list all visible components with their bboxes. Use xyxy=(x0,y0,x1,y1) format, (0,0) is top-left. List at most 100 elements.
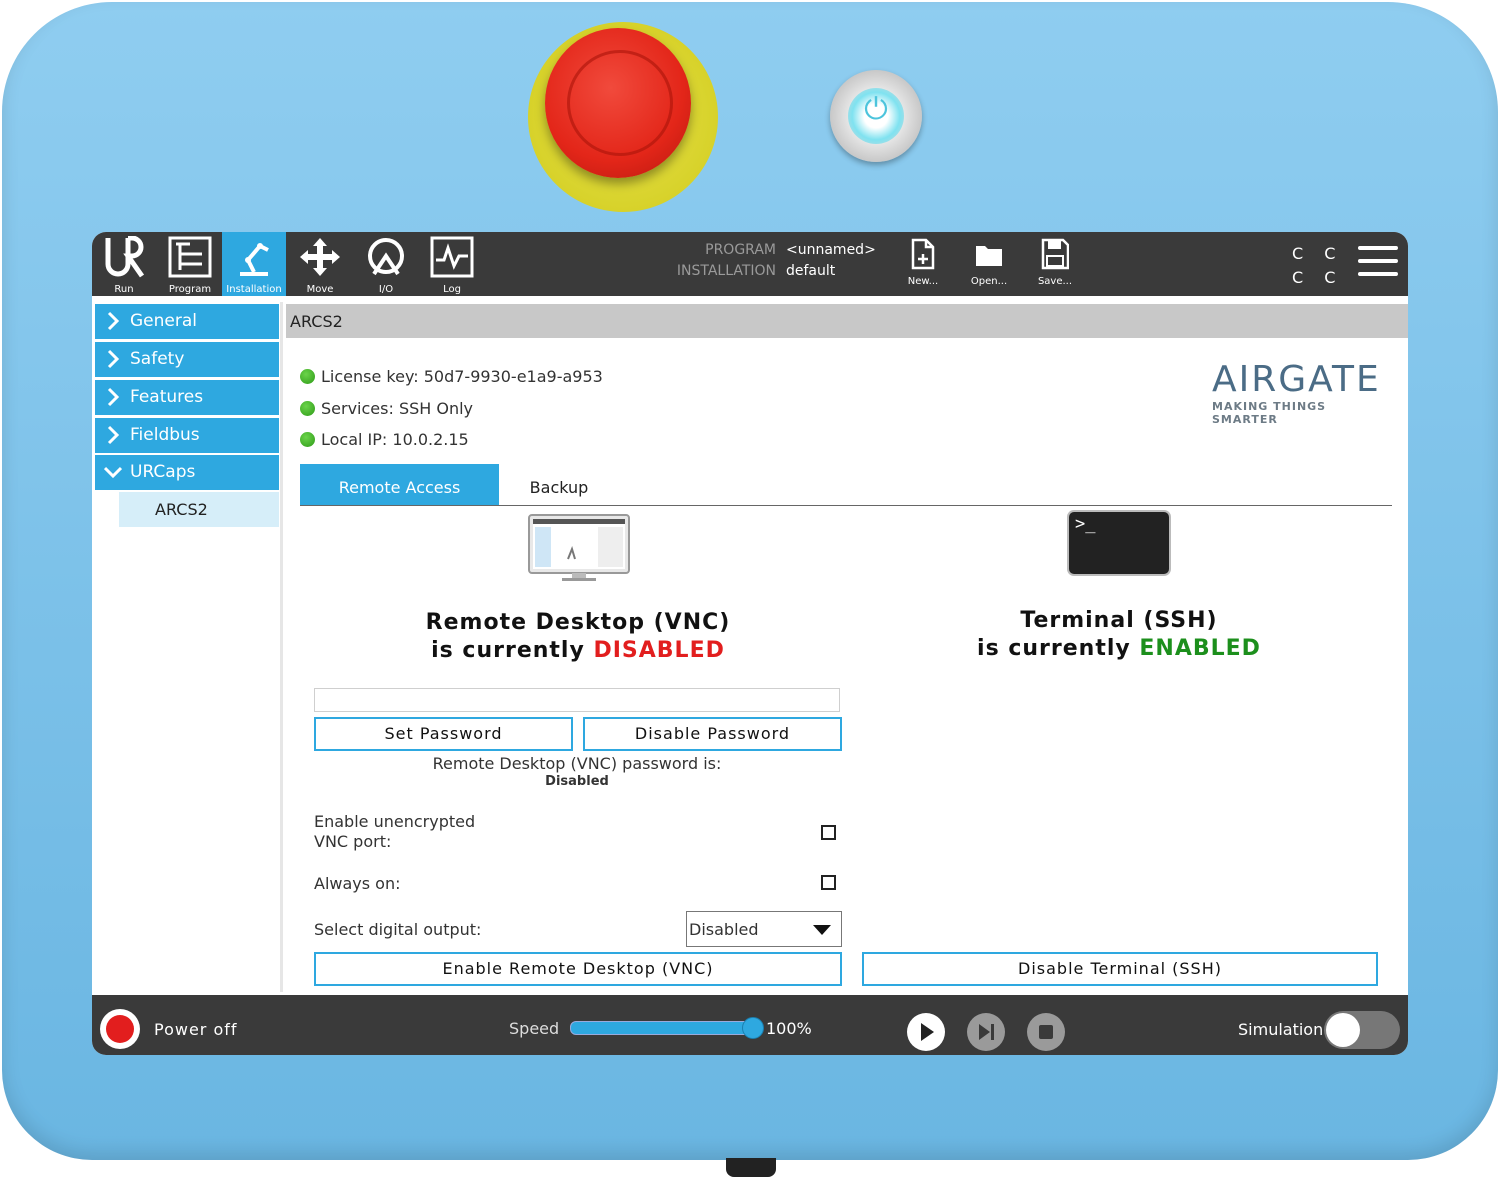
nav-tab-installation[interactable]: Installation xyxy=(222,232,286,296)
speed-slider-track[interactable] xyxy=(570,1021,756,1035)
page-title-bar: ARCS2 xyxy=(286,304,1408,338)
sidebar-item-general[interactable]: General xyxy=(95,304,279,339)
ur-logo-icon xyxy=(105,236,145,278)
sidebar-item-fieldbus[interactable]: Fieldbus xyxy=(95,418,279,453)
disable-terminal-button[interactable]: Disable Terminal (SSH) xyxy=(862,952,1378,986)
vnc-password-input[interactable] xyxy=(314,688,840,712)
tab-backup[interactable]: Backup xyxy=(499,464,619,505)
tab-remote-access[interactable]: Remote Access xyxy=(300,464,499,505)
program-tree-icon xyxy=(168,236,212,278)
bottom-status-bar: Power off Speed 100% Simulation xyxy=(92,995,1408,1055)
digital-output-select[interactable]: Disabled xyxy=(686,911,842,947)
status-ok-icon xyxy=(300,369,315,384)
ssh-status-line: is currently ENABLED xyxy=(919,635,1319,663)
unencrypted-vnc-label-line2: VNC port: xyxy=(314,832,392,851)
cc-indicator-top: C C xyxy=(1292,244,1344,263)
simulation-label: Simulation xyxy=(1238,1020,1324,1039)
tab-label: Backup xyxy=(529,478,589,497)
always-on-label: Always on: xyxy=(314,874,401,893)
always-on-checkbox[interactable] xyxy=(821,875,836,890)
nav-tab-label: I/O xyxy=(378,284,394,295)
stop-button[interactable] xyxy=(1026,1012,1066,1052)
sidebar-item-features[interactable]: Features xyxy=(95,380,279,415)
top-toolbar: Run Program Installation Move I/O Log PR… xyxy=(92,232,1408,296)
ip-status: Local IP: 10.0.2.15 xyxy=(300,430,469,449)
sidebar-subitem-arcs2[interactable]: ARCS2 xyxy=(119,492,279,527)
io-icon xyxy=(368,238,404,276)
ssh-heading: Terminal (SSH) is currently ENABLED xyxy=(919,607,1319,663)
nav-tab-label: Log xyxy=(443,284,461,295)
open-program-button[interactable]: Open... xyxy=(961,236,1017,292)
vnc-status-line: is currently DISABLED xyxy=(378,637,778,665)
nav-tab-log[interactable]: Log xyxy=(420,232,484,296)
nav-tab-label: Move xyxy=(306,284,334,295)
enable-remote-desktop-button[interactable]: Enable Remote Desktop (VNC) xyxy=(314,952,842,986)
tab-divider xyxy=(300,505,1392,506)
chevron-down-icon xyxy=(104,466,122,479)
disable-password-button[interactable]: Disable Password xyxy=(583,717,842,751)
chevron-right-icon xyxy=(107,425,120,445)
terminal-icon: >_ xyxy=(1069,512,1169,574)
emergency-stop-arrow-icon xyxy=(567,50,673,156)
toggle-knob xyxy=(1326,1013,1360,1047)
ip-text: Local IP: 10.0.2.15 xyxy=(321,430,469,449)
sidebar-item-safety[interactable]: Safety xyxy=(95,342,279,377)
vnc-status-prefix: is currently xyxy=(431,638,594,663)
nav-tab-run[interactable]: Run xyxy=(92,232,156,296)
folder-icon xyxy=(976,246,1002,266)
open-label: Open... xyxy=(970,276,1008,287)
cc-indicator-bottom: C C xyxy=(1292,268,1344,287)
simulation-toggle[interactable] xyxy=(1324,1011,1400,1049)
hardware-power-button[interactable]: ⏻ xyxy=(830,70,922,162)
new-file-icon xyxy=(911,238,935,270)
pendant-screen: Run Program Installation Move I/O Log PR… xyxy=(92,232,1408,1055)
play-button[interactable] xyxy=(906,1012,946,1052)
nav-tab-program[interactable]: Program xyxy=(158,232,222,296)
nav-tab-io[interactable]: I/O xyxy=(354,232,418,296)
chevron-right-icon xyxy=(107,349,120,369)
license-text: License key: 50d7-9930-e1a9-a953 xyxy=(321,367,603,386)
hamburger-menu-icon[interactable] xyxy=(1358,246,1398,280)
program-key: PROGRAM xyxy=(705,242,776,258)
save-label: Save... xyxy=(1037,276,1073,287)
robot-power-button[interactable] xyxy=(100,1009,140,1049)
logo-tagline: MAKING THINGS SMARTER xyxy=(1212,400,1327,426)
new-label: New... xyxy=(907,276,939,287)
speed-slider-handle[interactable] xyxy=(742,1017,764,1039)
speed-value: 100% xyxy=(766,1019,812,1038)
power-icon: ⏻ xyxy=(864,92,888,127)
nav-tab-move[interactable]: Move xyxy=(288,232,352,296)
digital-output-selected-value: Disabled xyxy=(689,920,759,939)
sidebar-item-urcaps[interactable]: URCaps xyxy=(95,455,279,490)
power-status-label: Power off xyxy=(154,1020,238,1039)
terminal-prompt: >_ xyxy=(1075,514,1096,534)
step-button[interactable] xyxy=(966,1012,1006,1052)
tab-label: Remote Access xyxy=(338,478,461,497)
status-ok-icon xyxy=(300,401,315,416)
sidebar-item-label: General xyxy=(130,311,197,331)
emergency-stop-button[interactable] xyxy=(545,28,691,178)
sidebar-item-label: Safety xyxy=(130,349,185,369)
vnc-heading: Remote Desktop (VNC) is currently DISABL… xyxy=(378,609,778,665)
nav-tab-label: Run xyxy=(114,284,134,295)
set-password-button[interactable]: Set Password xyxy=(314,717,573,751)
services-status: Services: SSH Only xyxy=(300,399,473,418)
digital-output-label: Select digital output: xyxy=(314,920,482,939)
log-chart-icon xyxy=(430,236,474,278)
vnc-password-status-value: Disabled xyxy=(545,774,609,789)
robot-arm-icon xyxy=(240,243,269,276)
sidebar-item-label: Features xyxy=(130,387,204,407)
installation-key: INSTALLATION xyxy=(676,263,776,279)
program-info-keys: PROGRAM INSTALLATION xyxy=(652,240,776,282)
ssh-heading-title: Terminal (SSH) xyxy=(1020,608,1218,633)
unencrypted-vnc-checkbox[interactable] xyxy=(821,825,836,840)
airgate-logo: AIRGATE MAKING THINGS SMARTER xyxy=(1212,360,1392,427)
new-program-button[interactable]: New... xyxy=(895,236,951,292)
ssh-status-prefix: is currently xyxy=(977,636,1140,661)
save-program-button[interactable]: Save... xyxy=(1027,236,1083,292)
unencrypted-vnc-label-line1: Enable unencrypted xyxy=(314,812,476,831)
status-ok-icon xyxy=(300,432,315,447)
speed-label: Speed xyxy=(509,1019,560,1038)
dropdown-arrow-icon xyxy=(813,925,831,935)
pendant-cable-connector xyxy=(726,1158,776,1177)
